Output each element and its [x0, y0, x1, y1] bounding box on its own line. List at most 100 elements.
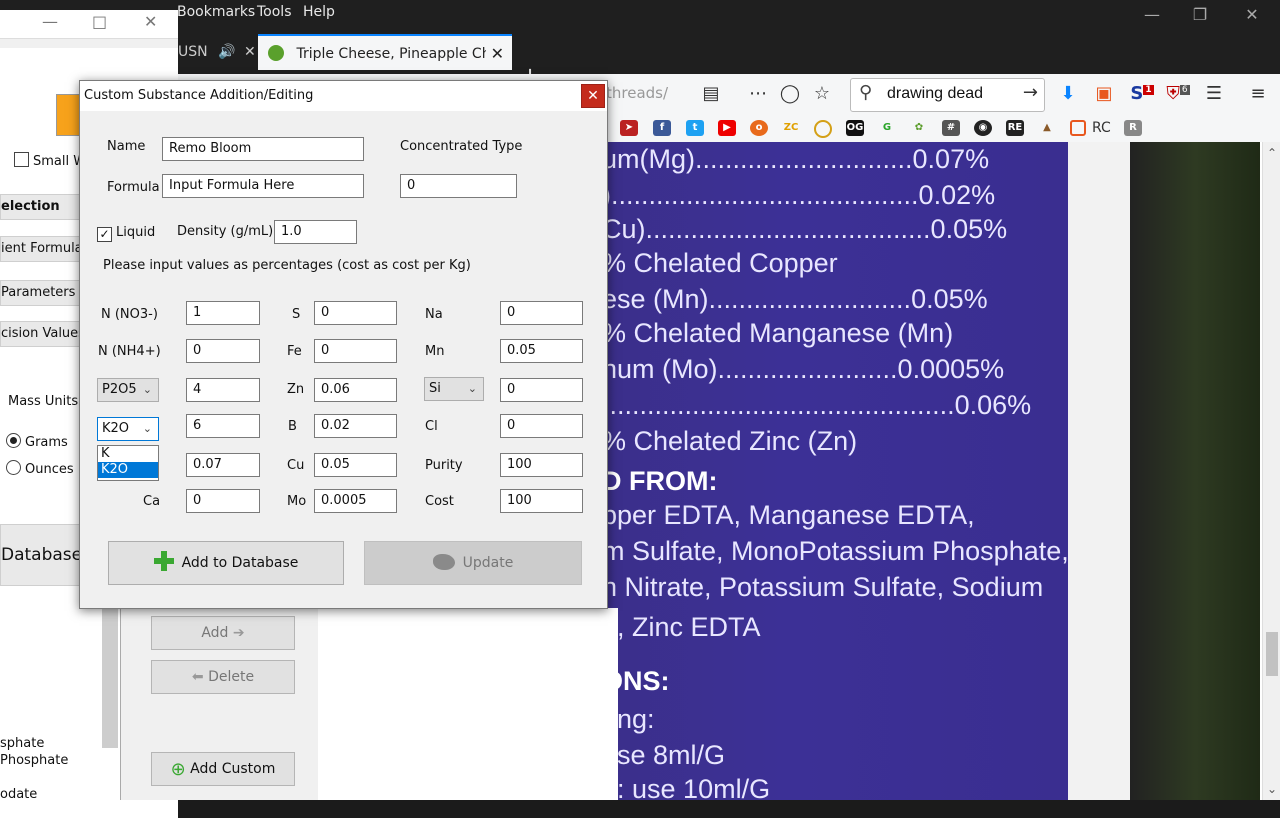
bookmark-icon[interactable]: [814, 120, 832, 138]
menu-bookmarks[interactable]: Bookmarks: [177, 4, 255, 20]
leaf-icon[interactable]: ✿: [910, 120, 928, 136]
hamburger-menu-icon[interactable]: ≡: [1246, 83, 1270, 104]
radio-ounces[interactable]: Ounces: [6, 460, 74, 477]
small-window-checkbox[interactable]: Small W: [14, 152, 86, 169]
facebook-icon[interactable]: f: [653, 120, 671, 136]
liquid-checkbox[interactable]: ✓ Liquid: [97, 225, 155, 242]
speaker-icon[interactable]: 🔊: [218, 44, 235, 60]
radio-icon[interactable]: [6, 433, 21, 448]
add-to-database-button[interactable]: Add to Database: [108, 541, 344, 585]
name-field[interactable]: Remo Bloom: [162, 137, 364, 161]
tab-triple-cheese[interactable]: Triple Cheese, Pineapple Chunk ✕: [258, 34, 512, 70]
nutrient-field-b[interactable]: 0.02: [314, 414, 397, 438]
density-field[interactable]: 1.0: [274, 220, 357, 244]
list-item[interactable]: Phosphate: [0, 753, 68, 768]
bookmark-icon[interactable]: G: [878, 120, 896, 136]
dropdown-option-k[interactable]: K: [98, 446, 158, 462]
tab-usn[interactable]: USN 🔊 ✕: [178, 34, 256, 70]
zc-icon[interactable]: ZC: [782, 120, 800, 136]
k2o-select[interactable]: K2O ⌄: [97, 417, 159, 441]
purity-field[interactable]: 100: [500, 453, 583, 477]
bookmark-icon[interactable]: o: [750, 120, 768, 136]
youtube-icon[interactable]: ▶: [718, 120, 736, 136]
nutrient-field-zn[interactable]: 0.06: [314, 378, 397, 402]
nutrient-field-k2o[interactable]: 6: [186, 414, 260, 438]
p2o5-select[interactable]: P2O5 ⌄: [97, 378, 159, 402]
section-selection[interactable]: election: [0, 194, 88, 220]
minimize-icon[interactable]: —: [42, 12, 58, 31]
scroll-up-icon[interactable]: ⌃: [1267, 146, 1277, 160]
nutrient-field-cl[interactable]: 0: [500, 414, 583, 438]
menu-tools[interactable]: Tools: [257, 4, 292, 20]
add-custom-button[interactable]: ⊕ Add Custom: [151, 752, 295, 786]
formula-field[interactable]: Input Formula Here: [162, 174, 364, 198]
nutrient-field-mo[interactable]: 0.0005: [314, 489, 397, 513]
concentrated-type-field[interactable]: 0: [400, 174, 517, 198]
nutrient-field-mg[interactable]: 0.07: [186, 453, 260, 477]
page-scrollbar[interactable]: ⌃ ⌄: [1262, 142, 1280, 800]
scrollbar-thumb[interactable]: [1266, 632, 1278, 676]
twitter-icon[interactable]: t: [686, 120, 704, 136]
cost-field[interactable]: 100: [500, 489, 583, 513]
bookmark-icon[interactable]: OG: [846, 120, 864, 136]
more-actions-icon[interactable]: ⋯: [746, 83, 770, 104]
search-box[interactable]: ⚲ →: [850, 78, 1045, 112]
library-icon[interactable]: ☰: [1202, 83, 1226, 104]
search-go-icon[interactable]: →: [1023, 82, 1038, 103]
close-icon[interactable]: ✕: [144, 12, 157, 31]
section-precision-values[interactable]: cision Values: [0, 321, 88, 347]
minimize-icon[interactable]: —: [1132, 2, 1172, 28]
k2o-dropdown-list[interactable]: K K2O: [97, 445, 159, 481]
si-select[interactable]: Si ⌄: [424, 377, 484, 401]
nutrient-field-mn[interactable]: 0.05: [500, 339, 583, 363]
bookmark-icon[interactable]: [1070, 120, 1086, 136]
delete-button[interactable]: ⬅ Delete: [151, 660, 295, 694]
close-icon[interactable]: ✕: [581, 84, 605, 108]
bookmark-icon[interactable]: RE: [1006, 120, 1024, 136]
ublock-shield-icon[interactable]: ⛨ 6: [1166, 83, 1190, 104]
nutrient-field-cu[interactable]: 0.05: [314, 453, 397, 477]
github-icon[interactable]: ◉: [974, 120, 992, 136]
close-icon[interactable]: ✕: [244, 44, 256, 60]
extension-rss-icon[interactable]: ▣: [1092, 83, 1116, 104]
section-nutrient-formulation[interactable]: ient Formulat: [0, 236, 88, 262]
radio-icon[interactable]: [6, 460, 21, 475]
bookmark-rc[interactable]: RC: [1092, 120, 1111, 136]
reader-view-icon[interactable]: ▤: [699, 83, 723, 104]
checkbox-icon[interactable]: [14, 152, 29, 167]
bookmark-star-icon[interactable]: ☆: [810, 83, 834, 104]
bookmark-icon[interactable]: ▲: [1038, 120, 1056, 136]
checkbox-checked-icon[interactable]: ✓: [97, 227, 112, 242]
download-icon[interactable]: ⬇: [1056, 83, 1080, 104]
nutrient-field-n-no3[interactable]: 1: [186, 301, 260, 325]
maximize-icon[interactable]: □: [92, 12, 107, 31]
label-text: Cu).....................................…: [602, 214, 1008, 244]
update-button[interactable]: Update: [364, 541, 582, 585]
nutrient-field-n-nh4[interactable]: 0: [186, 339, 260, 363]
close-icon[interactable]: ✕: [491, 36, 504, 70]
pocket-icon[interactable]: ◯: [778, 83, 802, 104]
radio-grams[interactable]: Grams: [6, 433, 68, 450]
nutrient-field-s[interactable]: 0: [314, 301, 397, 325]
close-icon[interactable]: ✕: [1232, 2, 1272, 28]
nutrient-field-fe[interactable]: 0: [314, 339, 397, 363]
restore-icon[interactable]: ❐: [1180, 2, 1220, 28]
add-button[interactable]: Add ➔: [151, 616, 295, 650]
menu-help[interactable]: Help: [303, 4, 335, 20]
bookmark-icon[interactable]: R: [1124, 120, 1142, 136]
list-scrollbar[interactable]: [102, 608, 118, 748]
dropdown-option-k2o[interactable]: K2O: [98, 462, 158, 478]
extension-s-icon[interactable]: S1: [1130, 83, 1154, 104]
search-input[interactable]: [885, 84, 1009, 104]
list-item[interactable]: sphate: [0, 736, 44, 751]
url-text[interactable]: threads/: [606, 84, 668, 102]
nutrient-field-na[interactable]: 0: [500, 301, 583, 325]
nutrient-field-p2o5[interactable]: 4: [186, 378, 260, 402]
label-text: 7: use 10ml/G: [602, 774, 771, 800]
scroll-down-icon[interactable]: ⌄: [1267, 782, 1277, 796]
section-parameters[interactable]: Parameters: [0, 280, 88, 306]
nutrient-field-si[interactable]: 0: [500, 378, 583, 402]
nutrient-field-ca[interactable]: 0: [186, 489, 260, 513]
bookmark-icon[interactable]: ➤: [620, 120, 638, 136]
hash-icon[interactable]: #: [942, 120, 960, 136]
